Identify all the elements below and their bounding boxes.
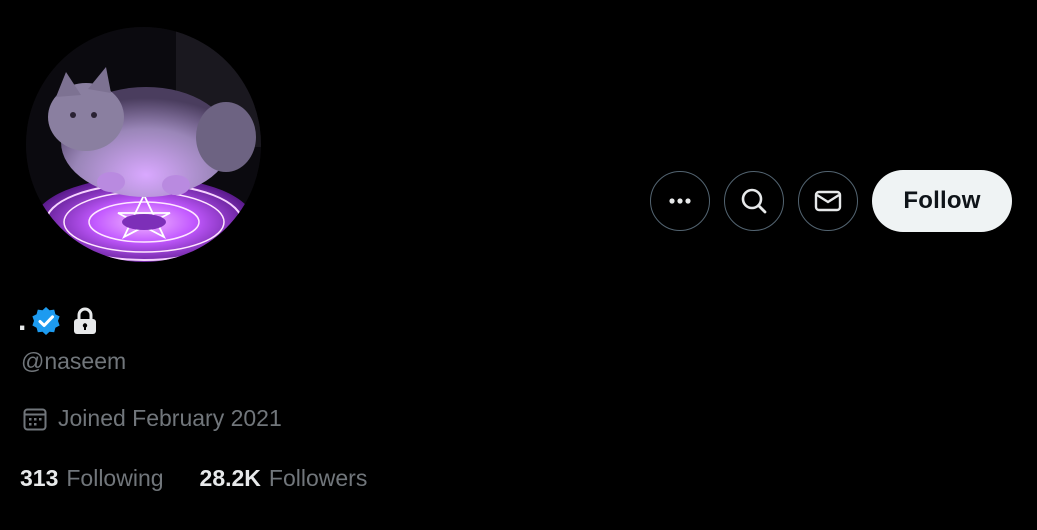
more-button[interactable]	[650, 171, 710, 231]
lock-icon	[72, 306, 98, 336]
follow-stats: 313 Following 28.2K Followers	[20, 465, 367, 492]
verified-badge-icon[interactable]	[30, 305, 62, 337]
follow-button[interactable]: Follow	[872, 170, 1012, 232]
more-horizontal-icon	[669, 198, 691, 204]
message-button[interactable]	[798, 171, 858, 231]
followers-label: Followers	[268, 465, 368, 491]
display-name-row: .	[18, 303, 98, 339]
profile-actions: Follow	[650, 170, 1012, 232]
calendar-icon	[22, 406, 48, 432]
envelope-icon	[814, 190, 842, 212]
avatar-image	[26, 27, 261, 262]
followers-link[interactable]: 28.2K Followers	[200, 465, 368, 492]
joined-date-text: Joined February 2021	[58, 405, 282, 431]
following-label: Following	[66, 465, 164, 491]
display-name: .	[18, 304, 27, 337]
following-link[interactable]: 313 Following	[20, 465, 164, 492]
joined-date-row: Joined February 2021	[22, 405, 282, 432]
following-count: 313	[20, 465, 59, 491]
search-icon	[741, 188, 767, 214]
profile-avatar[interactable]	[26, 27, 261, 262]
profile-handle: @naseem	[21, 348, 127, 374]
followers-count: 28.2K	[199, 465, 261, 491]
search-button[interactable]	[724, 171, 784, 231]
